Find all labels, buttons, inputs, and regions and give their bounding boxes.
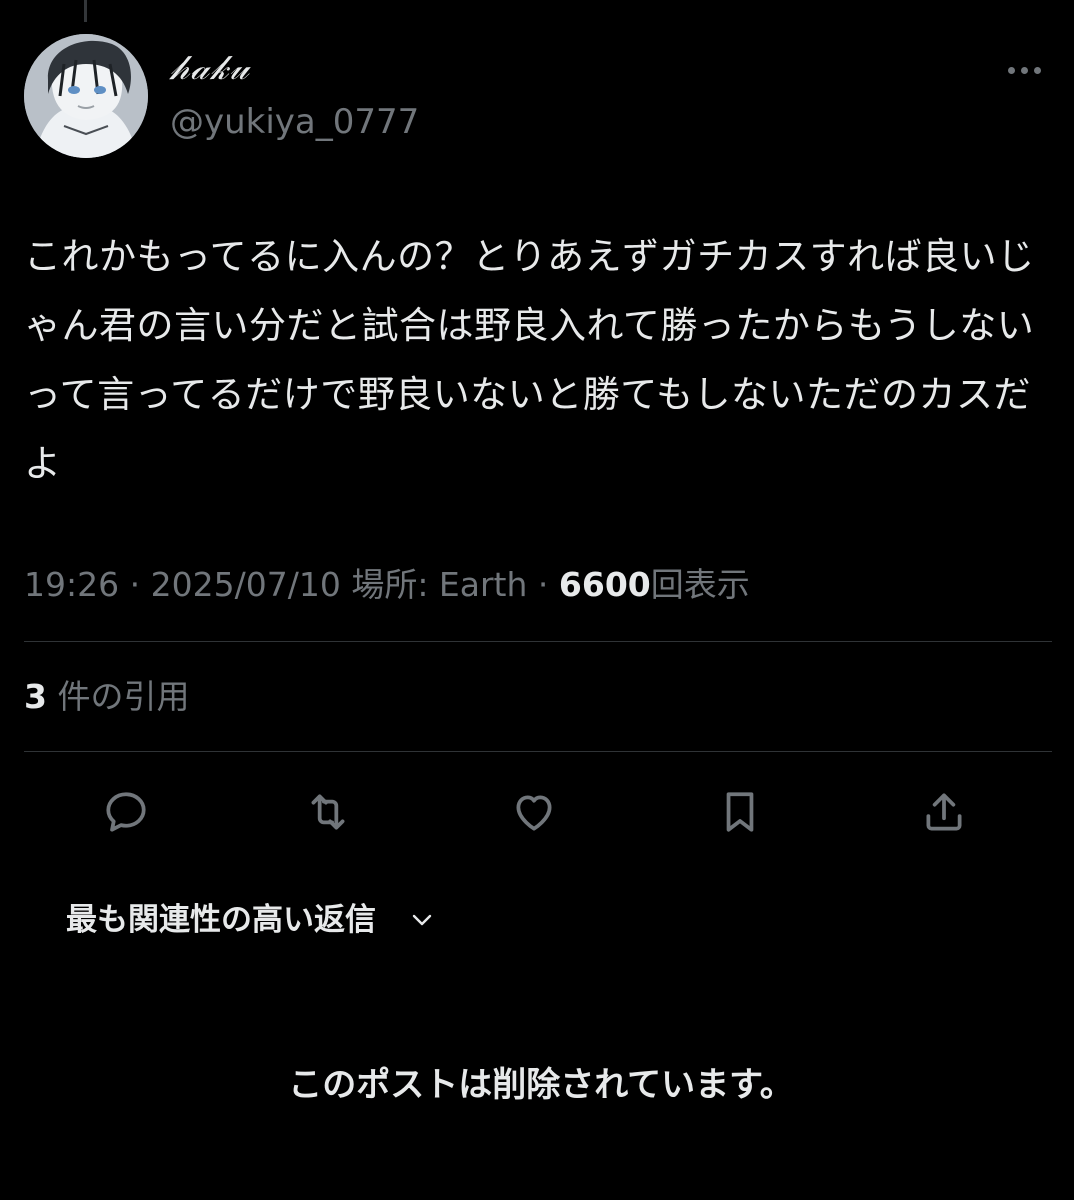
- tweet-location: 場所: Earth: [351, 565, 528, 604]
- more-dot-icon: [1007, 66, 1015, 74]
- reply-sort-dropdown[interactable]: 最も関連性の高い返信: [66, 898, 434, 942]
- tweet-time[interactable]: 19:26: [24, 565, 119, 604]
- chevron-down-icon: [410, 912, 434, 928]
- more-dot-icon: [1020, 66, 1028, 74]
- heart-icon: [516, 795, 552, 831]
- tweet-date[interactable]: 2025/07/10: [151, 565, 341, 604]
- thread-connector-line: [84, 0, 87, 22]
- display-name[interactable]: 𝒽𝒶𝓀𝓊: [170, 48, 250, 88]
- meta-separator: ·: [537, 565, 549, 604]
- retweet-icon: [311, 794, 345, 830]
- more-options-button[interactable]: [994, 52, 1054, 88]
- more-dot-icon: [1033, 66, 1041, 74]
- avatar[interactable]: [24, 34, 148, 158]
- quote-label: 件の引用: [57, 677, 190, 716]
- bookmark-button[interactable]: [714, 784, 766, 840]
- meta-separator: ·: [129, 565, 141, 604]
- deleted-post-notice: このポストは削除されています。: [288, 1065, 794, 1105]
- tweet-header: 𝒽𝒶𝓀𝓊 @yukiya_0777: [24, 34, 1054, 158]
- divider: [24, 751, 1052, 752]
- share-icon: [926, 793, 962, 831]
- bookmark-icon: [726, 792, 754, 832]
- reply-sort-label: 最も関連性の高い返信: [66, 902, 376, 938]
- tweet-meta: 19:26 · 2025/07/10 場所: Earth · 6600回表示: [24, 562, 750, 608]
- reply-button[interactable]: [100, 784, 152, 840]
- views-count: 6600: [558, 565, 651, 604]
- action-bar: [100, 784, 980, 840]
- quote-count: 3: [24, 677, 47, 716]
- tweet-text: これかもってるに入んの？とりあえずガチカスすれば良いじゃん君の言い分だと試合は野…: [24, 235, 1035, 485]
- reply-icon: [106, 792, 146, 832]
- like-button[interactable]: [508, 784, 560, 840]
- views-label: 回表示: [650, 565, 750, 604]
- divider: [24, 641, 1052, 642]
- quotes-link[interactable]: 3 件の引用: [24, 674, 189, 720]
- share-button[interactable]: [918, 784, 970, 840]
- user-handle[interactable]: @yukiya_0777: [170, 102, 419, 142]
- avatar-image: [24, 34, 148, 158]
- retweet-button[interactable]: [302, 784, 354, 840]
